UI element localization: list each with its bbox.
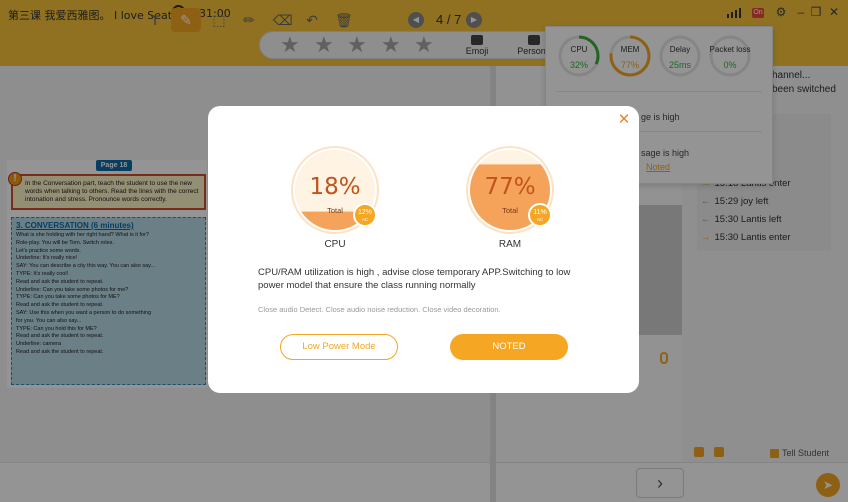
low-power-mode-button[interactable]: Low Power Mode	[280, 334, 398, 360]
cpu-ac-badge: 12% AC	[353, 203, 377, 227]
noted-button[interactable]: NOTED	[450, 334, 568, 360]
hint-text: Close audio Detect. Close audio noise re…	[258, 305, 501, 314]
warning-message: CPU/RAM utilization is high , advise clo…	[258, 267, 571, 291]
ram-usage-gauge: 77% Total 11% AC	[466, 146, 554, 234]
performance-warning-dialog: ✕ 18% Total 12% AC CPU 77% Total 11% AC RA…	[208, 106, 639, 393]
ram-percent: 77%	[484, 174, 536, 200]
cpu-percent: 18%	[309, 174, 361, 200]
ram-label: RAM	[498, 239, 522, 250]
ram-ac-badge: 11% AC	[528, 203, 552, 227]
cpu-label: CPU	[324, 239, 346, 250]
cpu-usage-gauge: 18% Total 12% AC	[291, 146, 379, 234]
close-icon[interactable]: ✕	[616, 112, 632, 128]
